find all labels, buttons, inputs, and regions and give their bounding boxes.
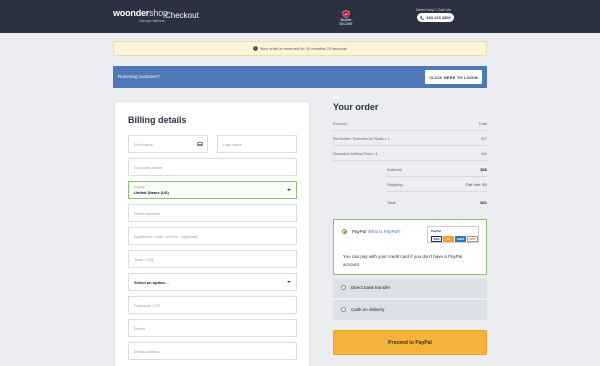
- logo-tagline: storegsr delivers: [139, 19, 165, 23]
- discover-icon: DISC: [467, 236, 478, 242]
- total-value: $41: [480, 200, 487, 205]
- first-name-placeholder: First name: [134, 141, 153, 147]
- order-title: Your order: [333, 102, 379, 112]
- secure-text: McAfee SECURE: [339, 18, 353, 26]
- street-placeholder: Street address: [134, 210, 161, 216]
- chevron-down-icon: [287, 189, 291, 191]
- order-table-header: Product Total: [333, 121, 487, 126]
- phone-placeholder: Phone: [134, 325, 146, 331]
- shipping-label: Shipping: [387, 182, 403, 187]
- paypal-option[interactable]: PayPal What is PayPal? PayPal VISA MC AM…: [333, 219, 487, 275]
- first-name-field[interactable]: First name: [128, 135, 208, 153]
- paypal-brand: PayPal: [431, 229, 441, 233]
- country-value: United States (US): [134, 190, 169, 195]
- subtotal-label: Subtotal: [387, 167, 402, 172]
- mastercard-icon: MC: [443, 236, 454, 242]
- divider: [387, 191, 487, 192]
- phone-button[interactable]: 333 123 4300: [417, 13, 454, 22]
- city-placeholder: Town / City: [134, 256, 154, 262]
- city-field[interactable]: Town / City: [128, 250, 297, 268]
- accepted-cards: PayPal VISA MC AMEX DISC: [427, 226, 479, 243]
- last-name-placeholder: Last name: [223, 141, 242, 147]
- cash-on-delivery-option[interactable]: Cash on delivery: [333, 300, 487, 320]
- order-item-total: $17: [481, 137, 487, 141]
- billing-card: Billing details First name Last name Com…: [114, 101, 310, 366]
- bank-transfer-label: Direct bank transfer: [351, 285, 391, 290]
- order-item-row: Decorative Artificial Plant × 1 $19: [333, 152, 487, 156]
- state-value: Select an option…: [134, 279, 169, 285]
- amex-icon: AMEX: [455, 236, 466, 242]
- apartment-placeholder: Apartment, suite, unit etc. (optional): [134, 233, 198, 239]
- company-field[interactable]: Company name: [128, 158, 297, 176]
- divider: [333, 160, 487, 161]
- visa-icon: VISA: [431, 236, 442, 242]
- shield-icon: [342, 10, 350, 18]
- postcode-placeholder: Postcode / ZIP: [134, 302, 161, 308]
- divider: [387, 176, 487, 177]
- bank-transfer-radio[interactable]: [341, 285, 346, 290]
- product-column-header: Product: [333, 121, 347, 126]
- cash-on-delivery-label: Cash on delivery: [351, 307, 385, 312]
- postcode-field[interactable]: Postcode / ZIP: [128, 296, 297, 314]
- order-item-name: Decorative Artificial Plant × 1: [333, 152, 378, 156]
- paypal-radio[interactable]: [342, 229, 347, 234]
- apartment-field[interactable]: Apartment, suite, unit etc. (optional): [128, 227, 297, 245]
- total-label: Total: [387, 200, 396, 205]
- order-item-total: $19: [481, 152, 487, 156]
- returning-text: Returning customer?: [118, 74, 160, 79]
- state-select[interactable]: Select an option…: [128, 273, 297, 291]
- shipping-value: Flat rate: $5: [465, 182, 487, 187]
- reservation-notice: Your order is reserved for 19 minutes 23…: [113, 41, 487, 56]
- autofill-card-icon[interactable]: [197, 142, 203, 146]
- login-button[interactable]: CLICK HERE TO LOGIN: [425, 70, 482, 84]
- paypal-label: PayPal What is PayPal?: [352, 229, 401, 234]
- what-is-paypal-link[interactable]: What is PayPal?: [368, 229, 401, 234]
- email-placeholder: Email address: [134, 348, 160, 354]
- paypal-description: You can pay with your credit card if you…: [343, 254, 463, 267]
- phone-field[interactable]: Phone: [128, 319, 297, 337]
- help-text: Need help? Call Us:: [416, 7, 452, 12]
- country-label: Country: [134, 185, 145, 189]
- chevron-down-icon: [287, 281, 291, 283]
- total-column-header: Total: [478, 121, 487, 126]
- divider: [333, 145, 487, 146]
- email-field[interactable]: Email address: [128, 342, 297, 360]
- company-placeholder: Company name: [134, 164, 163, 170]
- street-field[interactable]: Street address: [128, 204, 297, 222]
- divider: [333, 130, 487, 131]
- phone-number: 333 123 4300: [426, 15, 451, 20]
- bank-transfer-option[interactable]: Direct bank transfer: [333, 278, 487, 298]
- billing-title: Billing details: [128, 115, 187, 125]
- country-select[interactable]: Country United States (US): [128, 181, 297, 199]
- logo[interactable]: woondershop: [113, 9, 168, 18]
- subtotal-value: $36: [480, 167, 487, 172]
- order-item-row: Red Mother Trhemites for Plants × 1 $17: [333, 137, 487, 141]
- page-title: Checkout: [165, 11, 199, 20]
- top-bar: woondershop storegsr delivers Checkout M…: [0, 0, 600, 33]
- secure-badge: McAfee SECURE: [335, 10, 357, 26]
- reservation-text: Your order is reserved for 19 minutes 23…: [259, 46, 348, 51]
- proceed-to-paypal-button[interactable]: Proceed to PayPal: [333, 330, 487, 355]
- returning-customer-bar: Returning customer? CLICK HERE TO LOGIN: [113, 66, 487, 88]
- last-name-field[interactable]: Last name: [217, 135, 297, 153]
- cash-on-delivery-radio[interactable]: [341, 307, 346, 312]
- phone-icon: [420, 15, 425, 20]
- clock-icon: [253, 46, 258, 51]
- order-item-name: Red Mother Trhemites for Plants × 1: [333, 137, 390, 141]
